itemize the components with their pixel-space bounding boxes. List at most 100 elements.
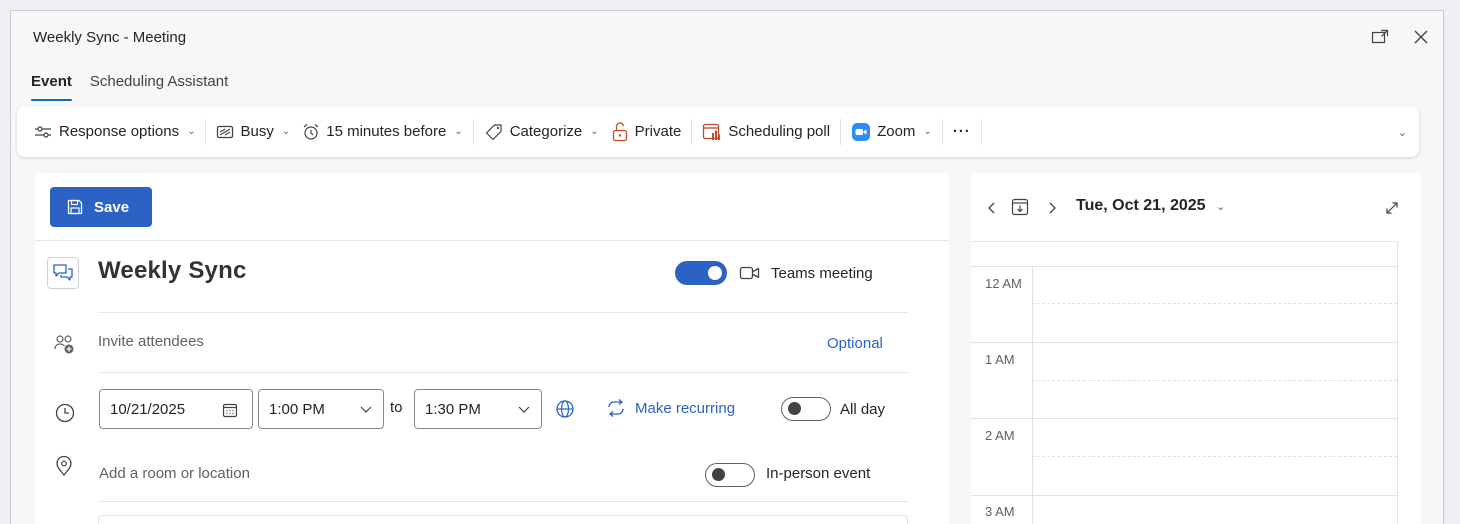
hour-label: 2 AM [985, 428, 1015, 443]
pop-out-button[interactable] [1368, 25, 1392, 49]
window-title: Weekly Sync - Meeting [33, 29, 187, 46]
ribbon-divider [840, 118, 842, 145]
calendar-right-border [1397, 242, 1398, 524]
toggle-knob [708, 266, 722, 280]
all-day-toggle[interactable] [781, 397, 831, 421]
zoom-icon [852, 122, 871, 141]
reminder-label: 15 minutes before [326, 123, 447, 140]
in-person-event-label: In-person event [766, 465, 871, 482]
calendar-date-picker[interactable]: Tue, Oct 21, 2025 ⌄ [1076, 197, 1225, 215]
scheduling-poll-button[interactable]: Scheduling poll [696, 116, 836, 148]
hour-label: 1 AM [985, 352, 1015, 367]
in-person-event-toggle[interactable] [705, 463, 755, 487]
response-options-label: Response options [59, 123, 180, 140]
title-bar: Weekly Sync - Meeting [11, 11, 1443, 63]
event-title-input[interactable]: Weekly Sync [98, 257, 247, 285]
unlock-icon [612, 121, 627, 141]
categorize-label: Categorize [509, 123, 583, 140]
calendar-date-label: Tue, Oct 21, 2025 [1076, 197, 1206, 214]
private-button[interactable]: Private [605, 116, 688, 148]
calendar-icon [222, 403, 238, 418]
clock-icon [55, 403, 75, 423]
hour-line [971, 495, 1397, 496]
chevron-down-icon: ⌄ [923, 126, 932, 137]
time-zone-globe-icon[interactable] [555, 399, 575, 419]
go-to-today-icon[interactable] [1011, 197, 1029, 217]
end-time-dropdown[interactable]: 1:30 PM [414, 389, 542, 429]
hour-line [971, 342, 1397, 343]
toggle-knob [712, 468, 725, 481]
start-time-dropdown[interactable]: 1:00 PM [258, 389, 384, 429]
end-time-value: 1:30 PM [425, 400, 481, 418]
make-recurring-button[interactable]: Make recurring [605, 399, 735, 417]
chat-bubbles-icon [53, 264, 73, 281]
day-calendar-panel: Tue, Oct 21, 2025 ⌄ 12 AM 1 AM 2 AM 3 AM [971, 173, 1421, 524]
half-hour-line [1032, 456, 1397, 457]
tag-icon [485, 123, 502, 140]
chevron-down-icon [360, 406, 372, 413]
event-form: Save Weekly Sync Teams meeting Invite at… [35, 173, 949, 524]
calendar-header: Tue, Oct 21, 2025 ⌄ [971, 173, 1421, 241]
video-camera-icon [739, 266, 760, 280]
save-bar-divider [35, 240, 949, 241]
zoom-button[interactable]: Zoom ⌄ [845, 116, 938, 148]
chevron-down-icon [518, 406, 530, 413]
to-label: to [390, 399, 403, 416]
ribbon-divider [472, 118, 474, 145]
desktop-background: Weekly Sync - Meeting Event Scheduling A… [0, 0, 1460, 524]
teams-meeting-toggle[interactable] [675, 261, 727, 285]
scheduling-poll-label: Scheduling poll [728, 123, 831, 140]
ribbon-toolbar: Response options ⌄ Busy ⌄ 15 minutes bef… [17, 106, 1419, 157]
ribbon-divider [691, 118, 693, 145]
description-editor[interactable] [98, 515, 908, 524]
calendar-time-grid[interactable]: 12 AM 1 AM 2 AM 3 AM [971, 241, 1398, 524]
busy-status-icon [217, 125, 234, 138]
add-people-icon [54, 335, 74, 354]
show-as-busy-button[interactable]: Busy ⌄ [210, 116, 296, 148]
location-input[interactable]: Add a room or location [99, 465, 250, 482]
teams-meeting-label: Teams meeting [771, 265, 873, 282]
start-time-value: 1:00 PM [269, 400, 325, 418]
ribbon-divider [980, 118, 982, 145]
more-options-label: ··· [952, 123, 971, 140]
start-date-picker[interactable]: 10/21/2025 [99, 389, 253, 429]
optional-attendees-link[interactable]: Optional [827, 335, 883, 352]
response-options-button[interactable]: Response options ⌄ [27, 116, 201, 148]
more-options-button[interactable]: ··· [947, 116, 977, 148]
chevron-down-icon: ⌄ [590, 126, 599, 137]
time-gutter-line [1032, 266, 1033, 524]
zoom-label: Zoom [877, 123, 916, 140]
chevron-down-icon: ⌄ [281, 126, 291, 137]
chevron-down-icon: ⌄ [187, 126, 196, 137]
make-recurring-label: Make recurring [635, 399, 736, 417]
tab-event[interactable]: Event [31, 71, 72, 101]
alarm-clock-icon [303, 123, 319, 140]
hour-label: 12 AM [985, 276, 1022, 291]
meeting-window: Weekly Sync - Meeting Event Scheduling A… [10, 10, 1444, 524]
expand-icon[interactable] [1385, 201, 1399, 215]
expand-ribbon-chevron-icon[interactable]: ⌄ [1398, 126, 1407, 139]
meeting-type-button[interactable] [47, 257, 79, 289]
pop-out-icon [1371, 29, 1389, 44]
save-label: Save [94, 198, 130, 216]
location-divider [98, 501, 908, 502]
reminder-button[interactable]: 15 minutes before ⌄ [296, 116, 468, 148]
categorize-button[interactable]: Categorize ⌄ [478, 116, 605, 148]
toggle-knob [788, 402, 801, 415]
ribbon-divider [941, 118, 943, 145]
half-hour-line [1032, 303, 1397, 304]
all-day-row-divider [971, 266, 1397, 267]
sliders-icon [35, 125, 51, 138]
busy-label: Busy [240, 123, 274, 140]
save-button[interactable]: Save [50, 187, 152, 227]
previous-day-icon[interactable] [987, 201, 997, 215]
tab-scheduling-assistant[interactable]: Scheduling Assistant [90, 71, 228, 101]
location-pin-icon [56, 455, 72, 477]
hour-label: 3 AM [985, 504, 1015, 519]
all-day-label: All day [840, 401, 886, 418]
next-day-icon[interactable] [1047, 201, 1057, 215]
close-button[interactable] [1409, 25, 1433, 49]
title-divider [98, 312, 908, 313]
invite-attendees-input[interactable]: Invite attendees [98, 333, 204, 350]
half-hour-line [1032, 380, 1397, 381]
